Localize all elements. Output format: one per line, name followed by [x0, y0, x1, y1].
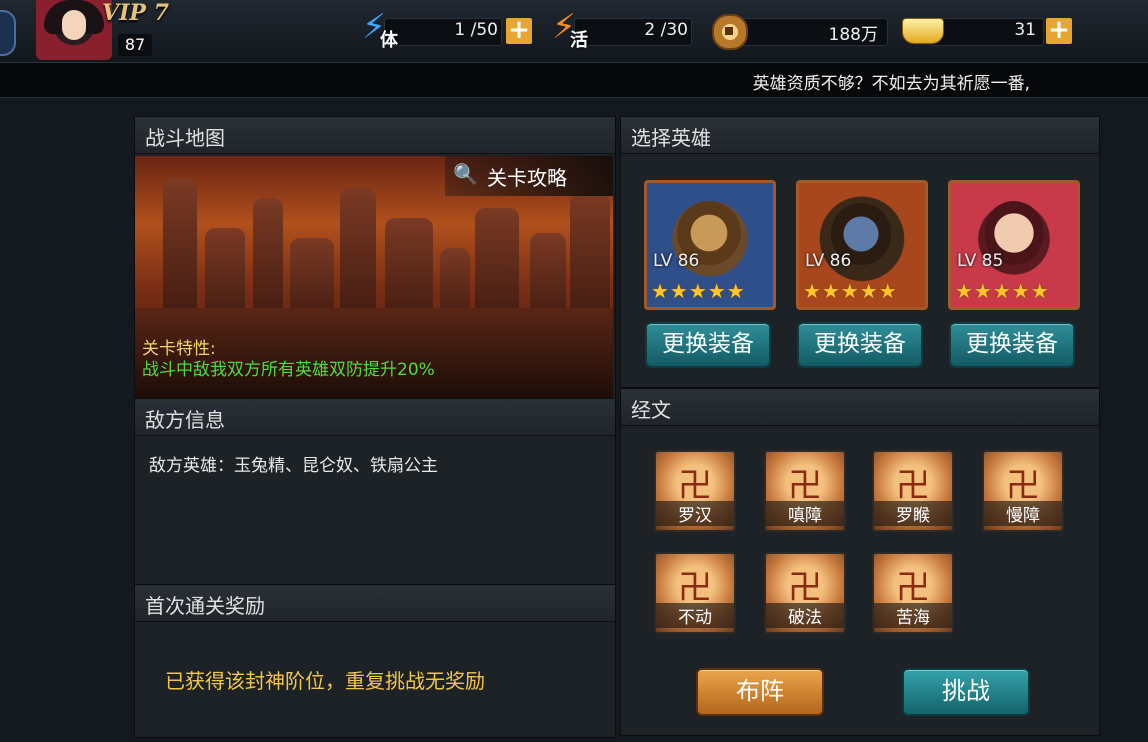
scripture-name: 不动 — [656, 603, 734, 628]
challenge-button[interactable]: 挑战 — [902, 668, 1030, 716]
copper-coin-icon — [712, 14, 748, 50]
announcement-text: 英雄资质不够？不如去为其祈愿一番, — [752, 74, 1030, 94]
battle-map-title-bar: 战斗地图 — [135, 117, 615, 154]
change-equipment-button-3[interactable]: 更换装备 — [949, 322, 1075, 368]
scripture-name: 慢障 — [984, 501, 1062, 526]
rock-pillar — [340, 188, 376, 328]
scripture-item[interactable]: 卍 不动 — [654, 552, 736, 634]
reward-text: 已获得该封神阶位，重复挑战无奖励 — [165, 669, 485, 693]
copper-resource: 188万 — [710, 14, 888, 50]
stamina-resource: ⚡ 体 1 /50 + — [362, 10, 534, 51]
scripture-name: 罗汉 — [656, 501, 734, 526]
scripture-glyph-icon: 卍 — [896, 568, 930, 608]
change-equipment-button-2[interactable]: 更换装备 — [797, 322, 923, 368]
hero-stars: ★★★★★ — [955, 279, 1050, 303]
hero-select-title-bar: 选择英雄 — [621, 117, 1099, 154]
scripture-glyph-icon: 卍 — [678, 466, 712, 506]
gold-value: 31 — [1014, 20, 1036, 40]
stamina-add-button[interactable]: + — [506, 17, 532, 44]
announcement-bar: 英雄资质不够？不如去为其祈愿一番, — [0, 62, 1148, 98]
hero-card-1[interactable]: LV 86 ★★★★★ — [644, 180, 776, 310]
stage-guide-button[interactable]: 🔍 关卡攻略 — [445, 156, 613, 196]
hero-level: LV 86 — [653, 251, 700, 271]
enemy-info-title-bar: 敌方信息 — [135, 399, 615, 436]
coin-hole — [725, 27, 733, 35]
scripture-glyph-icon: 卍 — [788, 568, 822, 608]
reward-title-bar: 首次通关奖励 — [135, 585, 615, 622]
avatar-face — [62, 10, 86, 40]
battle-map-title: 战斗地图 — [145, 126, 225, 150]
scripture-item[interactable]: 卍 罗睺 — [872, 450, 954, 532]
vitality-icon-label: 活 — [570, 30, 588, 51]
gold-ingot-icon — [902, 18, 944, 44]
hero-stars: ★★★★★ — [651, 279, 746, 303]
formation-button[interactable]: 布阵 — [696, 668, 824, 716]
hero-select-title: 选择英雄 — [631, 126, 711, 150]
stage-guide-label: 关卡攻略 — [487, 166, 567, 190]
copper-value: 188万 — [828, 25, 878, 45]
enemy-info-panel: 敌方信息 敌方英雄：玉兔精、昆仑奴、铁扇公主 — [134, 398, 616, 588]
scripture-item[interactable]: 卍 罗汉 — [654, 450, 736, 532]
menu-orb-icon[interactable] — [0, 10, 16, 56]
hero-level: LV 85 — [957, 251, 1004, 271]
scripture-glyph-icon: 卍 — [1006, 466, 1040, 506]
scripture-name: 破法 — [766, 603, 844, 628]
vitality-resource: ⚡ 活 2 /30 — [552, 10, 702, 51]
magnifier-icon: 🔍 — [453, 162, 478, 186]
scripture-glyph-icon: 卍 — [678, 568, 712, 608]
enemy-heroes-text: 敌方英雄：玉兔精、昆仑奴、铁扇公主 — [149, 456, 438, 476]
vip-label: VIP 7 — [102, 0, 169, 26]
scripture-item[interactable]: 卍 破法 — [764, 552, 846, 634]
hero-card-2[interactable]: LV 86 ★★★★★ — [796, 180, 928, 310]
change-equipment-button-1[interactable]: 更换装备 — [645, 322, 771, 368]
first-clear-reward-panel: 首次通关奖励 已获得该封神阶位，重复挑战无奖励 — [134, 584, 616, 738]
scripture-item[interactable]: 卍 慢障 — [982, 450, 1064, 532]
scripture-name: 苦海 — [874, 603, 952, 628]
scripture-title-bar: 经文 — [621, 389, 1099, 426]
reward-title: 首次通关奖励 — [145, 594, 265, 618]
enemy-info-title: 敌方信息 — [145, 408, 225, 432]
top-bar: VIP 7 87 ⚡ 体 1 /50 + ⚡ 活 2 /30 188万 31 + — [0, 0, 1148, 62]
scripture-name: 嗔障 — [766, 501, 844, 526]
scripture-name: 罗睺 — [874, 501, 952, 526]
scripture-item[interactable]: 卍 苦海 — [872, 552, 954, 634]
stamina-icon-label: 体 — [380, 30, 398, 51]
hero-level: LV 86 — [805, 251, 852, 271]
player-level: 87 — [118, 34, 152, 56]
rock-pillar — [163, 178, 197, 328]
stage-trait-text: 战斗中敌我双方所有英雄双防提升20% — [142, 360, 435, 380]
scripture-title: 经文 — [631, 398, 671, 422]
gold-resource: 31 + — [900, 14, 1076, 46]
scripture-item[interactable]: 卍 嗔障 — [764, 450, 846, 532]
gold-add-button[interactable]: + — [1046, 17, 1072, 44]
hero-card-3[interactable]: LV 85 ★★★★★ — [948, 180, 1080, 310]
scripture-glyph-icon: 卍 — [896, 466, 930, 506]
vitality-value: 2 /30 — [644, 20, 688, 40]
hero-stars: ★★★★★ — [803, 279, 898, 303]
player-avatar[interactable] — [36, 0, 112, 60]
scripture-glyph-icon: 卍 — [788, 466, 822, 506]
stamina-value: 1 /50 — [454, 20, 498, 40]
